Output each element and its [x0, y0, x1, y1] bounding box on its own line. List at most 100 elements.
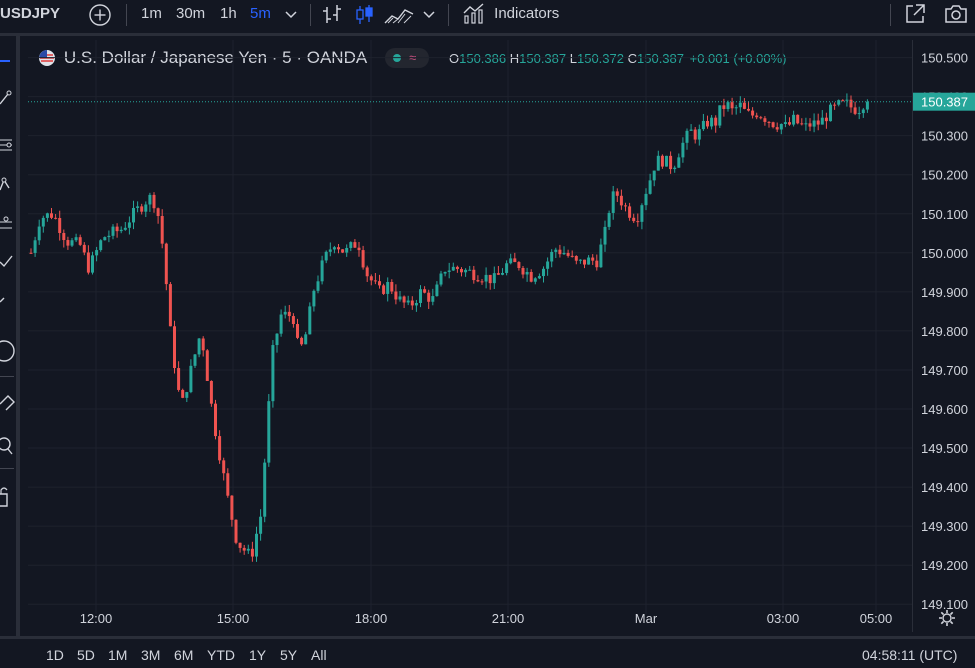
settings-icon[interactable] [937, 608, 957, 628]
candle-up [328, 249, 332, 252]
candle-up [259, 516, 263, 534]
area-style-button[interactable] [384, 3, 414, 33]
price-chart[interactable]: 12:00 15:00 18:00 21:00 Mar 03:00 05:00 [28, 40, 975, 632]
candle-down [730, 102, 734, 109]
brush-icon[interactable] [0, 294, 16, 312]
candle-up [386, 282, 390, 294]
utc-clock[interactable]: 04:58:11 (UTC) [862, 647, 957, 663]
candle-down [160, 216, 164, 244]
candle-down [382, 285, 386, 294]
candle-down [402, 296, 406, 303]
candle-up [689, 129, 693, 131]
interval-1h-button[interactable]: 1h [220, 0, 237, 30]
fib-retracement-icon[interactable] [0, 136, 16, 154]
candle-down [808, 123, 812, 127]
interval-dropdown[interactable] [284, 2, 298, 32]
bars-icon [323, 5, 341, 23]
candles-style-button[interactable] [354, 3, 376, 33]
candle-down [181, 389, 185, 398]
last-price-label: 150.387 [921, 95, 968, 110]
price-scale[interactable]: 150.500150.400150.300150.200150.100150.0… [912, 40, 975, 632]
candles-icon [356, 5, 373, 24]
candle-down [291, 316, 295, 325]
fullscreen-button[interactable] [903, 2, 927, 32]
range-all-button[interactable]: All [311, 647, 327, 663]
candle-down [660, 155, 664, 167]
candle-down [583, 259, 586, 265]
trend-line-icon[interactable] [0, 90, 16, 108]
candle-up [484, 274, 488, 282]
chart-pane[interactable]: 12:00 15:00 18:00 21:00 Mar 03:00 05:00 [28, 40, 975, 632]
candle-down [365, 267, 369, 277]
forecast-tool-icon[interactable] [0, 216, 16, 234]
toolbar-divider [310, 4, 311, 26]
range-5y-button[interactable]: 5Y [280, 647, 297, 663]
candle-up [144, 204, 148, 212]
zoom-icon[interactable] [0, 436, 16, 458]
candle-up [435, 284, 439, 297]
interval-5m-button[interactable]: 5m [250, 0, 271, 30]
symbol-search[interactable]: USDJPY [0, 0, 60, 30]
candle-up [665, 155, 668, 167]
candle-down [460, 269, 463, 273]
price-tick-label: 150.300 [921, 129, 968, 144]
candle-down [476, 280, 480, 282]
candle-up [738, 102, 742, 108]
candle-up [607, 212, 611, 227]
candle-up [599, 244, 603, 268]
candle-down [218, 436, 222, 461]
candle-up [193, 354, 197, 366]
ruler-icon[interactable] [0, 390, 16, 412]
interval-1m-button[interactable]: 1m [141, 0, 162, 30]
candle-up [263, 462, 267, 517]
candle-up [783, 122, 787, 125]
candle-down [423, 289, 427, 293]
chart-type-dropdown[interactable] [422, 2, 436, 32]
top-toolbar: USDJPY 1m 30m 1h 5m Indicators [0, 0, 975, 36]
candle-down [201, 338, 205, 351]
snapshot-button[interactable] [943, 2, 969, 32]
candle-down [722, 105, 726, 109]
range-5d-button[interactable]: 5D [77, 647, 95, 663]
range-3m-button[interactable]: 3M [141, 647, 160, 663]
interval-30m-button[interactable]: 30m [176, 0, 205, 30]
lock-icon[interactable] [0, 486, 16, 508]
candle-down [209, 380, 213, 404]
candle-up [189, 365, 193, 393]
compare-symbol-button[interactable] [88, 3, 112, 33]
indicators-button[interactable]: Indicators [462, 0, 559, 30]
candle-up [255, 533, 258, 557]
bar-style-button[interactable] [322, 3, 344, 33]
price-tick-label: 149.500 [921, 441, 968, 456]
candle-down [755, 115, 759, 118]
candle-up [533, 278, 537, 282]
candle-up [542, 268, 545, 277]
candle-up [74, 237, 78, 241]
candle-down [619, 195, 623, 206]
candle-down [693, 129, 697, 140]
range-ytd-button[interactable]: YTD [207, 647, 235, 663]
candle-up [578, 259, 582, 261]
candle-down [636, 221, 640, 223]
candle-down [472, 269, 476, 281]
pattern-tool-icon[interactable] [0, 176, 16, 194]
candle-up [857, 113, 861, 115]
candle-up [505, 263, 509, 273]
candle-down [369, 276, 373, 281]
candle-down [615, 191, 619, 196]
candle-up [837, 100, 841, 105]
smile-circle-icon[interactable] [0, 338, 16, 364]
candle-down [378, 281, 381, 286]
range-1y-button[interactable]: 1Y [249, 647, 266, 663]
candle-up [103, 237, 107, 241]
candle-down [788, 122, 791, 125]
candle-up [779, 124, 783, 130]
range-1d-button[interactable]: 1D [46, 647, 64, 663]
candle-up [718, 105, 722, 126]
range-6m-button[interactable]: 6M [174, 647, 193, 663]
check-icon[interactable] [0, 254, 16, 272]
area-chart-icon [384, 9, 414, 24]
cursor-tool-indicator [0, 60, 10, 62]
range-1m-button[interactable]: 1M [108, 647, 127, 663]
candle-up [127, 222, 131, 228]
